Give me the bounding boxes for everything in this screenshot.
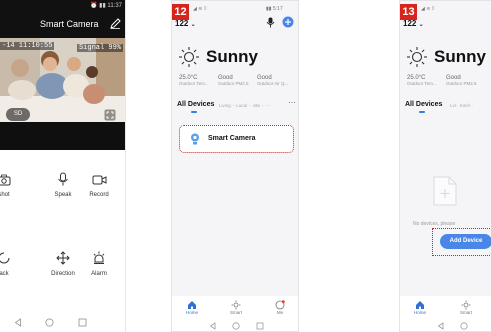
chevron-down-icon: ⌄ [418, 22, 424, 28]
tab-label: Smart [459, 310, 472, 315]
room-tabs[interactable]: Living ·· Lucal ·· Jitsi ·· ⋯ [219, 103, 270, 109]
camera-icon [0, 174, 11, 186]
stat-air-quality: Good Outdoor Air Q... [257, 75, 288, 86]
alarm-button[interactable]: Alarm [79, 251, 119, 277]
tab-home[interactable]: Home [406, 300, 434, 315]
add-device-button[interactable]: Add Device [440, 234, 491, 249]
back-icon[interactable] [437, 322, 444, 330]
stat-pm25: Good Outdoor PM2.5 [218, 75, 249, 86]
empty-state-text: No devices, please [413, 221, 456, 227]
smart-icon [461, 300, 471, 310]
stat-label: Outdoor PM2.5 [446, 81, 477, 86]
alarm-label: Alarm [91, 271, 107, 277]
home-screen-step-12: 12 ◢ ≋ ⁞⁞ ▮▮ 5:17 122 ⌄ Sunny 25.0°C Out… [171, 0, 299, 332]
direction-button[interactable]: Direction [43, 251, 83, 277]
home-icon [416, 301, 424, 309]
tab-all-devices[interactable]: All Devices [177, 101, 214, 108]
chevron-down-icon: ⌄ [190, 22, 196, 28]
back-icon[interactable] [209, 322, 216, 330]
stat-label: Outdoor Air Q... [257, 81, 289, 86]
record-label: Record [89, 192, 109, 198]
stat-label: Outdoor Tem... [179, 81, 209, 86]
tab-smart[interactable]: Smart [222, 300, 250, 315]
alarm-light-icon [93, 251, 105, 264]
status-signal: ◢ ≋ ⁞⁞ [193, 6, 207, 12]
stat-temperature: 25.0°C Outdoor Tem... [179, 75, 209, 86]
fullscreen-icon[interactable] [104, 109, 116, 121]
home-name: 122 [175, 19, 189, 28]
speak-button[interactable]: Speak [43, 172, 83, 198]
add-device-plus-icon[interactable] [282, 16, 294, 28]
playback-label: ack [0, 271, 9, 277]
tab-all-devices[interactable]: All Devices [405, 101, 442, 108]
status-signal: ◢ ≋ ⁞⁞ [421, 6, 435, 12]
microphone-icon [58, 172, 68, 186]
weather-condition: Sunny [434, 47, 486, 66]
recents-icon[interactable] [78, 318, 87, 327]
direction-icon [56, 251, 70, 265]
bottom-tab-bar: Home Smart [400, 296, 491, 331]
smart-icon [231, 300, 241, 310]
speak-label: Speak [54, 192, 72, 198]
status-bar: ⏰ ▮▮ 11:37 [90, 3, 122, 9]
tab-label: Home [413, 310, 426, 315]
tab-label: Me [276, 310, 284, 315]
tab-me[interactable]: Me [266, 300, 294, 315]
profile-icon [275, 300, 285, 310]
screenshot-button[interactable]: shot [0, 174, 24, 198]
room-tabs[interactable]: Lvl·· Kitch·· [450, 103, 473, 108]
sun-icon [179, 47, 199, 67]
empty-document-icon [433, 176, 457, 206]
screenshot-label: shot [0, 192, 10, 198]
playback-button[interactable]: ack [0, 251, 24, 277]
stat-label: Outdoor PM2.5 [218, 81, 249, 86]
bottom-tab-bar: Home Smart Me [172, 296, 298, 331]
video-control-strip [0, 122, 125, 150]
tab-indicator [419, 111, 425, 113]
step-badge: 12 [172, 4, 189, 20]
microphone-icon[interactable] [266, 17, 275, 28]
home-circle-icon[interactable] [45, 318, 54, 327]
video-timestamp: -14 11:10:55 [0, 42, 55, 50]
home-circle-icon[interactable] [232, 322, 240, 330]
device-name: Smart Camera [208, 135, 256, 142]
camera-device-icon [191, 133, 199, 145]
step-badge: 13 [400, 4, 417, 20]
sun-icon [407, 47, 427, 67]
stat-pm25: Good Outdoor PM2.5 [446, 75, 477, 86]
status-bar-right: ▮▮ 5:17 [266, 6, 283, 12]
recents-icon[interactable] [256, 322, 264, 330]
stat-temperature: 25.0°C Outdoor Tem... [407, 75, 437, 86]
record-button[interactable]: Record [79, 174, 119, 198]
playback-icon [0, 252, 10, 264]
home-selector[interactable]: 122 ⌄ [175, 19, 196, 28]
home-screen-step-13: 13 ◢ ≋ ⁞⁞ 122 ⌄ Sunny 25.0°C Outdoor Tem… [399, 0, 491, 332]
more-icon[interactable]: ··· [288, 98, 296, 107]
camera-screen: ⏰ ▮▮ 11:37 Smart Camera -14 11:10:55 Sig… [0, 0, 126, 332]
tab-label: Home [185, 310, 198, 315]
back-icon[interactable] [14, 318, 22, 327]
weather-condition: Sunny [206, 47, 258, 66]
home-icon [188, 301, 196, 309]
edit-icon[interactable] [110, 18, 121, 29]
device-card-smart-camera[interactable]: Smart Camera [179, 125, 294, 153]
tab-home[interactable]: Home [178, 300, 206, 315]
quality-sd-button[interactable]: SD [6, 108, 30, 121]
stat-label: Outdoor Tem... [407, 81, 437, 86]
signal-strength: Signal 99% [76, 44, 123, 52]
tab-label: Smart [229, 310, 242, 315]
tab-smart[interactable]: Smart [452, 300, 480, 315]
android-nav-bar [0, 314, 125, 332]
direction-label: Direction [51, 271, 75, 277]
page-title: Smart Camera [40, 19, 99, 29]
home-selector[interactable]: 122 ⌄ [403, 19, 424, 28]
home-name: 122 [403, 19, 417, 28]
tab-indicator [191, 111, 197, 113]
home-circle-icon[interactable] [460, 322, 468, 330]
video-icon [92, 175, 106, 185]
